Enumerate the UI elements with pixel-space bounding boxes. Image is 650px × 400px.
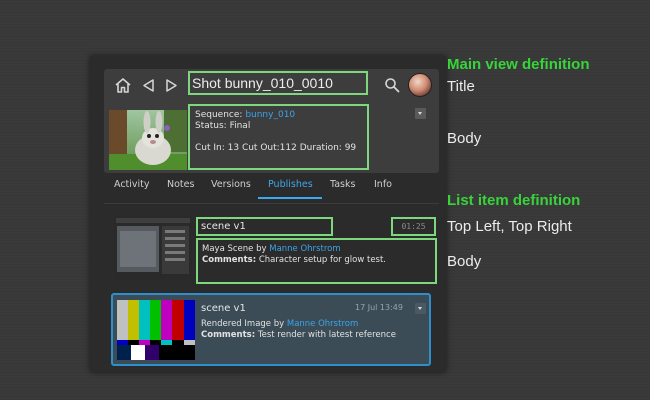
item-body: Rendered Image by Manne Ohrstrom Comment… [201, 319, 396, 341]
chevron-down-icon[interactable] [415, 303, 426, 314]
top-left-right-annotation: Top Left, Top Right [447, 218, 572, 235]
body-annotation: Body [447, 130, 482, 147]
item-time: 17 Jul 13:49 [355, 303, 403, 312]
comments-label: Comments: [202, 255, 257, 265]
shot-thumbnail [109, 110, 187, 170]
comments-text: Character setup for glow test. [258, 255, 387, 265]
list-item-heading: List item definition [447, 192, 581, 209]
shot-details: Sequence: bunny_010 Status: Final Cut In… [188, 104, 369, 170]
item-body: Maya Scene by Manne Ohrstrom Comments: C… [196, 238, 437, 284]
main-view-heading: Main view definition [447, 56, 590, 73]
cut-info: Cut In: 13 Cut Out:112 Duration: 99 [195, 143, 357, 153]
search-icon[interactable] [384, 77, 400, 93]
item-type: Rendered Image by [201, 319, 285, 329]
comments-text: Test render with latest reference [257, 330, 396, 340]
comments-label: Comments: [201, 330, 256, 340]
divider [104, 203, 439, 204]
tab-notes[interactable]: Notes [167, 179, 194, 190]
item-type: Maya Scene by [202, 244, 267, 254]
tab-versions[interactable]: Versions [211, 179, 251, 190]
shot-title: Shot bunny_010_0010 [188, 71, 368, 95]
title-annotation: Title [447, 78, 475, 95]
status-text: Status: Final [195, 121, 251, 131]
author-link[interactable]: Manne Ohrstrom [269, 244, 340, 254]
item-time: 01:25 [391, 217, 436, 236]
tab-publishes[interactable]: Publishes [268, 179, 313, 190]
item-title: scene v1 [196, 217, 333, 236]
user-avatar[interactable] [408, 73, 432, 97]
tab-bar: Activity Notes Versions Publishes Tasks … [104, 176, 439, 198]
tab-activity[interactable]: Activity [114, 179, 150, 190]
back-arrow-icon[interactable] [141, 78, 155, 93]
forward-arrow-icon[interactable] [165, 78, 179, 93]
color-bars-thumbnail [117, 300, 195, 360]
active-tab-indicator [258, 197, 322, 199]
list-item-selected[interactable]: scene v1 17 Jul 13:49 Rendered Image by … [111, 293, 431, 366]
chevron-down-icon[interactable] [415, 108, 426, 119]
tab-info[interactable]: Info [374, 179, 392, 190]
sequence-label: Sequence: [195, 110, 243, 120]
publish-thumbnail [114, 215, 192, 279]
sequence-link[interactable]: bunny_010 [245, 110, 295, 120]
tab-tasks[interactable]: Tasks [330, 179, 355, 190]
home-icon[interactable] [114, 77, 132, 94]
item-title: scene v1 [201, 303, 246, 314]
author-link[interactable]: Manne Ohrstrom [287, 319, 358, 329]
list-body-annotation: Body [447, 253, 482, 270]
